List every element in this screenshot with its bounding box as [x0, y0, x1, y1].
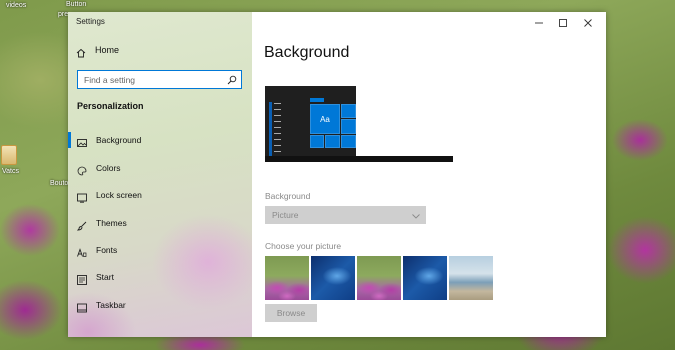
sidebar-item-label: Taskbar — [96, 300, 126, 310]
chevron-down-icon — [412, 206, 420, 224]
lock-screen-icon — [77, 190, 87, 203]
preview-start-tiles: Aa — [310, 104, 356, 162]
brush-icon — [76, 218, 87, 231]
picture-thumbnail-windows[interactable] — [311, 256, 355, 300]
desktop-file-icon[interactable] — [1, 145, 17, 165]
sidebar-item-start[interactable]: Start — [68, 266, 252, 288]
sidebar-item-label: Background — [96, 135, 142, 145]
sidebar-item-label: Themes — [96, 218, 127, 228]
window-title: Settings — [76, 17, 105, 26]
sidebar-item-background[interactable]: Background — [68, 129, 252, 151]
sidebar-item-label: Lock screen — [96, 190, 142, 200]
section-title: Personalization — [77, 101, 144, 111]
fonts-icon — [77, 245, 87, 257]
search-input[interactable] — [78, 71, 223, 88]
background-dropdown[interactable]: Picture — [265, 206, 426, 224]
sidebar: Settings Home Personalization Background — [68, 12, 252, 337]
browse-button[interactable]: Browse — [265, 304, 317, 322]
choose-picture-label: Choose your picture — [265, 241, 342, 251]
desktop-icon-label[interactable]: pre — [58, 11, 68, 19]
picture-thumbnail-windows[interactable] — [403, 256, 447, 300]
page-title: Background — [264, 44, 350, 61]
sidebar-item-lock-screen[interactable]: Lock screen — [68, 184, 252, 206]
sidebar-item-label: Colors — [96, 163, 121, 173]
preview-taskbar-strip — [269, 102, 272, 158]
settings-window: Settings Home Personalization Background — [68, 12, 606, 337]
preview-menu-lines — [274, 103, 281, 157]
main-content: Background Aa Background Picture Choose … — [252, 12, 606, 337]
picture-thumbnail-beach[interactable] — [449, 256, 493, 300]
desktop-icon-label[interactable]: videos — [6, 2, 26, 10]
desktop-icon-label[interactable]: Button — [66, 1, 86, 9]
sidebar-item-themes[interactable]: Themes — [68, 212, 252, 234]
nav-home-label: Home — [95, 45, 120, 55]
picture-thumbnail-flowers[interactable] — [265, 256, 309, 300]
start-icon — [77, 272, 87, 285]
preview-sample-tile: Aa — [310, 104, 340, 134]
preview-tile — [341, 119, 356, 134]
taskbar-icon — [77, 300, 87, 313]
preview-start-header — [310, 98, 324, 102]
preview-tile — [310, 135, 324, 148]
background-dropdown-value: Picture — [272, 210, 299, 220]
home-icon — [76, 45, 86, 58]
sidebar-item-label: Start — [96, 272, 114, 282]
sidebar-item-label: Fonts — [96, 245, 118, 255]
background-preview: Aa — [265, 86, 356, 162]
sidebar-item-taskbar[interactable]: Taskbar — [68, 294, 252, 316]
image-icon — [77, 135, 87, 147]
preview-tile — [325, 135, 340, 148]
search-box[interactable] — [77, 70, 242, 89]
desktop-icon-label[interactable]: Vatcs — [2, 168, 19, 176]
close-icon[interactable] — [579, 16, 597, 30]
search-icon[interactable] — [223, 75, 241, 85]
sidebar-item-fonts[interactable]: Fonts — [68, 239, 252, 261]
sidebar-item-colors[interactable]: Colors — [68, 157, 252, 179]
nav-home[interactable]: Home — [76, 45, 120, 58]
preview-tile — [341, 135, 356, 148]
picture-thumbnails — [265, 256, 495, 300]
preview-tile — [341, 104, 356, 118]
palette-icon — [77, 163, 87, 176]
minimize-icon[interactable] — [530, 16, 548, 30]
background-field-label: Background — [265, 191, 311, 201]
picture-thumbnail-flowers[interactable] — [357, 256, 401, 300]
preview-taskbar — [265, 156, 453, 162]
maximize-icon[interactable] — [554, 16, 572, 30]
